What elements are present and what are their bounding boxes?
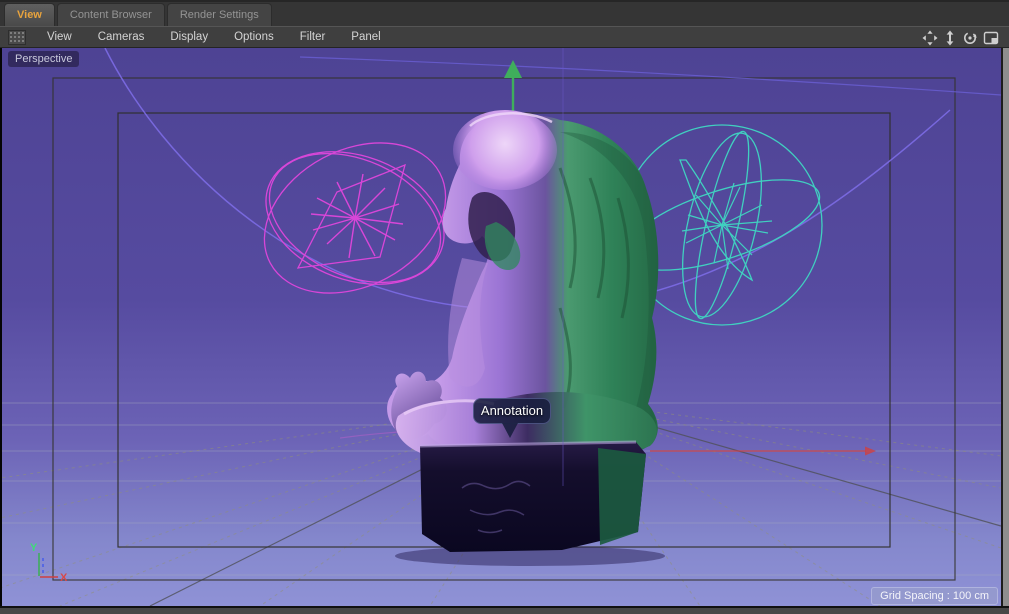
menu-filter[interactable]: Filter — [287, 31, 339, 43]
menu-cameras[interactable]: Cameras — [85, 31, 158, 43]
viewport-left-border — [0, 48, 2, 606]
orbit-icon[interactable] — [962, 30, 978, 46]
camera-view-label[interactable]: Perspective — [8, 51, 79, 67]
grid-spacing-badge: Grid Spacing : 100 cm — [871, 587, 998, 605]
palette-grip-icon[interactable] — [8, 30, 26, 45]
statue-head-highlight — [453, 110, 557, 190]
window-tab-bar: View Content Browser Render Settings — [0, 0, 1009, 26]
viewport-menu-bar: View Cameras Display Options Filter Pane… — [0, 26, 1009, 48]
toggle-layout-icon[interactable] — [983, 30, 999, 46]
menu-display[interactable]: Display — [157, 31, 221, 43]
viewport-right-border[interactable] — [1001, 48, 1009, 606]
axis-x-label: X — [60, 572, 68, 584]
tab-render-settings[interactable]: Render Settings — [167, 3, 272, 26]
menu-panel[interactable]: Panel — [338, 31, 393, 43]
tab-view[interactable]: View — [4, 3, 55, 26]
viewport: Y X Perspective Annotation Grid Spacing … — [0, 48, 1009, 614]
viewport-bottom-border — [0, 606, 1009, 614]
annotation-bubble[interactable]: Annotation — [473, 398, 551, 424]
tab-content-browser[interactable]: Content Browser — [57, 3, 165, 26]
menu-options[interactable]: Options — [221, 31, 287, 43]
dolly-icon[interactable] — [943, 30, 957, 46]
pan-icon[interactable] — [922, 30, 938, 46]
menu-view[interactable]: View — [34, 31, 85, 43]
viewport-nav-icons — [922, 27, 999, 49]
viewport-canvas[interactable]: Y X — [0, 48, 1001, 606]
axis-y-label: Y — [30, 542, 38, 554]
